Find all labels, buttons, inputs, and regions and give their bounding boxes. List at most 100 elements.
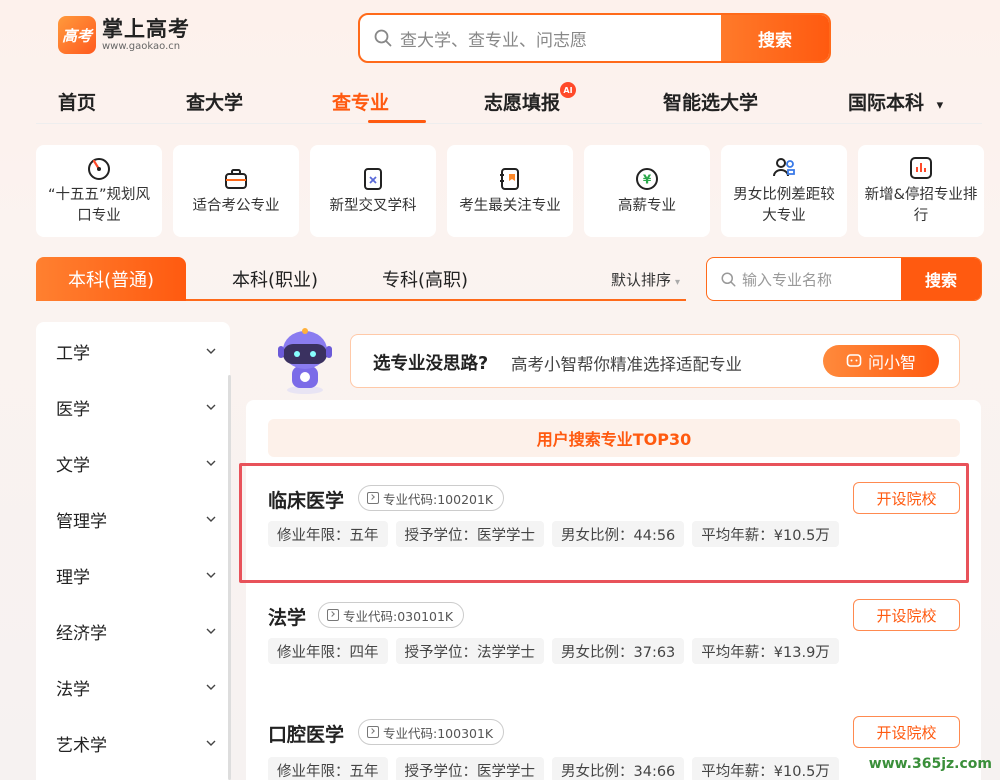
card-civil-service[interactable]: 适合考公专业 <box>173 145 299 237</box>
sidebar-item-management[interactable]: 管理学 <box>56 504 216 534</box>
card-most-followed[interactable]: 考生最关注专业 <box>447 145 573 237</box>
card-cross-discipline[interactable]: 新型交叉学科 <box>310 145 436 237</box>
caret-down-icon: ▾ <box>674 277 680 288</box>
card-label: 男女比例差距较大专业 <box>733 187 835 224</box>
sidebar-item-label: 管理学 <box>56 511 107 532</box>
nav-major[interactable]: 查专业 <box>332 88 389 115</box>
sidebar-item-medicine[interactable]: 医学 <box>56 392 216 422</box>
ask-assistant-button[interactable]: 问小智 <box>823 345 939 377</box>
major-search-input[interactable]: 输入专业名称 <box>707 258 901 300</box>
bar-chart-icon <box>910 157 932 179</box>
card-new-stopped[interactable]: 新增&停招专业排行 <box>858 145 984 237</box>
top30-heading: 用户搜索专业TOP30 <box>268 419 960 457</box>
nav-volunteer-label: 志愿填报 <box>484 92 561 114</box>
tab-undergrad-vocational[interactable]: 本科(职业) <box>210 257 340 301</box>
card-planning-hot[interactable]: “十五五”规划风口专业 <box>36 145 162 237</box>
major-tags: 修业年限：五年 授予学位：医学学士 男女比例：44:56 平均年薪：¥10.5万 <box>268 521 839 547</box>
chevron-down-icon <box>206 684 216 690</box>
terminal-icon <box>367 726 379 738</box>
tag-years: 修业年限：五年 <box>268 521 388 547</box>
chevron-down-icon <box>206 460 216 466</box>
target-icon <box>88 158 110 180</box>
nav-volunteer[interactable]: 志愿填报 AI <box>484 82 577 115</box>
chevron-down-icon <box>206 628 216 634</box>
sidebar-item-label: 理学 <box>56 567 90 588</box>
open-schools-button[interactable]: 开设院校 <box>853 716 960 748</box>
card-label: 适合考公专业 <box>192 197 280 214</box>
watermark: www.365jz.com <box>868 756 992 772</box>
ai-assistant-banner: 选专业没思路? 高考小智帮你精准选择适配专业 问小智 <box>350 334 960 388</box>
major-name: 法学 <box>268 607 307 629</box>
nav-home[interactable]: 首页 <box>58 88 96 115</box>
sidebar-item-label: 法学 <box>56 679 90 700</box>
nav-university[interactable]: 查大学 <box>186 88 243 115</box>
logo-name: 掌上高考 <box>102 17 190 41</box>
top-search-input[interactable]: 查大学、查专业、问志愿 <box>360 15 721 61</box>
major-tags: 修业年限：五年 授予学位：医学学士 男女比例：34:66 平均年薪：¥10.5万 <box>268 757 839 780</box>
major-name: 口腔医学 <box>268 724 345 746</box>
search-icon <box>721 272 736 286</box>
major-tags: 修业年限：四年 授予学位：法学学士 男女比例：37:63 平均年薪：¥13.9万 <box>268 638 839 664</box>
notebook-icon <box>500 167 519 190</box>
card-label: “十五五”规划风口专业 <box>47 187 151 224</box>
nav-smart-select[interactable]: 智能选大学 <box>663 88 758 115</box>
tag-degree: 授予学位：法学学士 <box>395 638 544 664</box>
ai-badge: AI <box>560 82 577 98</box>
major-search-button[interactable]: 搜索 <box>901 258 981 300</box>
sidebar-item-label: 经济学 <box>56 623 107 644</box>
major-row-clinical-medicine[interactable]: 临床医学 专业代码:100201K 修业年限：五年 授予学位：医学学士 男女比例… <box>268 482 968 566</box>
major-code-badge: 专业代码:030101K <box>318 602 465 628</box>
tag-degree: 授予学位：医学学士 <box>395 521 544 547</box>
tag-salary: 平均年薪：¥10.5万 <box>692 757 839 780</box>
chevron-down-icon <box>206 516 216 522</box>
tag-gender-ratio: 男女比例：37:63 <box>552 638 685 664</box>
tag-gender-ratio: 男女比例：34:66 <box>552 757 685 780</box>
tab-undergrad-regular[interactable]: 本科(普通) <box>36 257 186 301</box>
terminal-icon <box>327 609 339 621</box>
sidebar-item-law[interactable]: 法学 <box>56 672 216 702</box>
discipline-sidebar: 工学 医学 文学 管理学 理学 经济学 法学 艺术学 <box>36 322 230 780</box>
logo-mark: 高考 <box>58 16 96 54</box>
card-label: 高薪专业 <box>618 197 676 214</box>
sort-label: 默认排序 <box>610 271 671 289</box>
sidebar-item-science[interactable]: 理学 <box>56 560 216 590</box>
nav-international[interactable]: 国际本科 ▾ <box>848 88 943 115</box>
users-icon <box>773 158 795 177</box>
top-search-bar: 查大学、查专业、问志愿 搜索 <box>358 13 831 63</box>
major-row-stomatology[interactable]: 口腔医学 专业代码:100301K 修业年限：五年 授予学位：医学学士 男女比例… <box>268 716 968 780</box>
briefcase-icon <box>225 168 247 189</box>
assistant-subtitle: 高考小智帮你精准选择适配专业 <box>511 355 742 374</box>
major-code-text: 专业代码:100301K <box>383 725 494 741</box>
ask-assistant-label: 问小智 <box>867 353 916 372</box>
tag-gender-ratio: 男女比例：44:56 <box>552 521 685 547</box>
open-schools-button[interactable]: 开设院校 <box>853 482 960 514</box>
tag-salary: 平均年薪：¥13.9万 <box>692 638 839 664</box>
sidebar-item-literature[interactable]: 文学 <box>56 448 216 478</box>
sidebar-item-label: 医学 <box>56 399 90 420</box>
sidebar-scrollbar[interactable] <box>228 375 231 780</box>
top-search-button[interactable]: 搜索 <box>721 15 829 61</box>
search-icon <box>374 29 392 47</box>
sidebar-item-label: 文学 <box>56 455 90 476</box>
open-schools-button[interactable]: 开设院校 <box>853 599 960 631</box>
major-code-text: 专业代码:030101K <box>343 608 454 624</box>
top-search-placeholder: 查大学、查专业、问志愿 <box>400 30 587 51</box>
tag-salary: 平均年薪：¥10.5万 <box>692 521 839 547</box>
site-logo[interactable]: 高考 掌上高考 www.gaokao.cn <box>58 16 190 54</box>
document-cross-icon <box>364 167 382 190</box>
major-row-law[interactable]: 法学 专业代码:030101K 修业年限：四年 授予学位：法学学士 男女比例：3… <box>268 599 968 683</box>
chat-bot-icon <box>846 354 862 367</box>
level-tabs: 本科(普通) 本科(职业) 专科(高职) 默认排序 ▾ <box>36 257 686 301</box>
major-search-placeholder: 输入专业名称 <box>742 270 833 289</box>
assistant-question: 选专业没思路? <box>373 354 489 374</box>
sidebar-item-economics[interactable]: 经济学 <box>56 616 216 646</box>
card-gender-ratio[interactable]: 男女比例差距较大专业 <box>721 145 847 237</box>
terminal-icon <box>367 492 379 504</box>
sidebar-item-art[interactable]: 艺术学 <box>56 728 216 758</box>
card-label: 新型交叉学科 <box>329 197 417 214</box>
card-high-salary[interactable]: ¥ 高薪专业 <box>584 145 710 237</box>
sort-dropdown[interactable]: 默认排序 ▾ <box>611 269 680 290</box>
tab-college-vocational[interactable]: 专科(高职) <box>360 257 490 301</box>
sidebar-item-engineering[interactable]: 工学 <box>56 336 216 366</box>
robot-mascot-icon <box>278 328 332 394</box>
